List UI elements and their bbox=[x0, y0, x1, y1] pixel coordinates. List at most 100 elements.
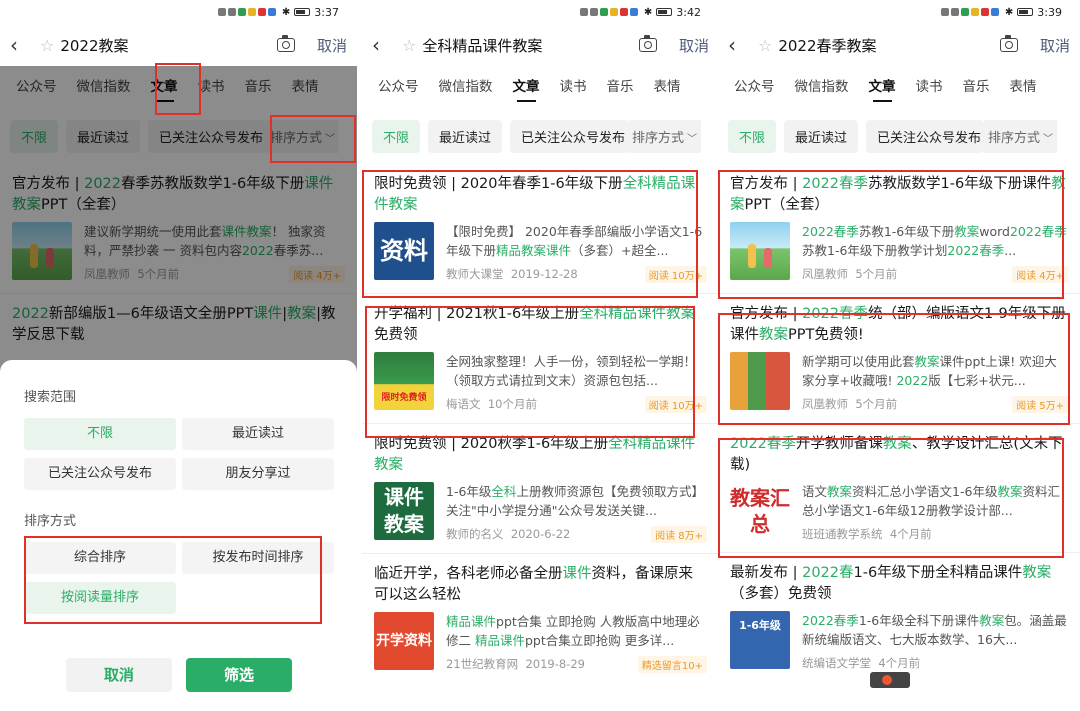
keyword-highlight: 教案 bbox=[827, 484, 853, 499]
keyword-highlight: 2022 bbox=[896, 373, 929, 388]
result-source[interactable]: 凤凰教师 bbox=[802, 267, 848, 281]
cancel-search-button[interactable]: 取消 bbox=[679, 35, 709, 56]
tab-wechat-index[interactable]: 微信指数 bbox=[439, 66, 493, 108]
scope-option-followed[interactable]: 已关注公众号发布 bbox=[24, 458, 176, 490]
keyword-highlight: 精品课件 bbox=[474, 633, 525, 648]
filter-recent-read[interactable]: 最近读过 bbox=[784, 119, 859, 153]
tab-articles[interactable]: 文章 bbox=[869, 66, 896, 108]
filter-unlimited[interactable]: 不限 bbox=[372, 119, 421, 153]
filter-unlimited[interactable]: 不限 bbox=[728, 119, 777, 153]
result-title: 限时免费领 | 2020秋季1-6年级上册全科精品课件教案 bbox=[374, 434, 707, 476]
result-source[interactable]: 教师大课堂 bbox=[446, 267, 504, 281]
status-bar: ✱ 3:39 bbox=[718, 0, 1080, 24]
tab-stickers[interactable]: 表情 bbox=[1010, 66, 1037, 108]
back-arrow-icon[interactable]: ‹ bbox=[728, 33, 750, 57]
scope-option-unlimited[interactable]: 不限 bbox=[24, 418, 176, 450]
tab-books[interactable]: 读书 bbox=[916, 66, 943, 108]
result-item[interactable]: 限时免费领 | 2020秋季1-6年级上册全科精品课件教案 课件教案 1-6年级… bbox=[362, 424, 719, 554]
result-source[interactable]: 凤凰教师 bbox=[802, 397, 848, 411]
tab-official-accounts[interactable]: 公众号 bbox=[378, 66, 419, 108]
camera-icon[interactable] bbox=[638, 35, 657, 52]
text-run: PPT免费领! bbox=[788, 327, 864, 343]
thumbnail-caption: 限时免费领 bbox=[381, 393, 427, 403]
sort-option-comprehensive[interactable]: 综合排序 bbox=[24, 542, 176, 574]
keyword-highlight: 2022春季 bbox=[802, 613, 859, 628]
result-title: 2022春季开学教师备课教案、教学设计汇总(文末下载) bbox=[730, 434, 1068, 476]
result-item[interactable]: 限时免费领 | 2020年春季1-6年级下册全科精品课件教案 资料 【限时免费】… bbox=[362, 164, 719, 294]
sheet-cancel-button[interactable]: 取消 bbox=[66, 658, 172, 692]
text-run: ... bbox=[1004, 243, 1017, 258]
text-run: 语文 bbox=[802, 484, 828, 499]
battery-icon bbox=[656, 8, 673, 16]
search-bar: ‹ ☆ 2022教案 取消 bbox=[0, 24, 357, 66]
scope-option-friends-shared[interactable]: 朋友分享过 bbox=[182, 458, 334, 490]
cancel-search-button[interactable]: 取消 bbox=[1040, 35, 1070, 56]
result-thumbnail: 资料 bbox=[374, 222, 434, 280]
cancel-search-button[interactable]: 取消 bbox=[317, 35, 347, 56]
star-icon[interactable]: ☆ bbox=[758, 36, 772, 55]
keyword-highlight: 精品课件 bbox=[446, 614, 497, 629]
text-run: 免费领 bbox=[374, 327, 418, 343]
scope-option-recent-read[interactable]: 最近读过 bbox=[182, 418, 334, 450]
tab-books[interactable]: 读书 bbox=[560, 66, 587, 108]
status-time: 3:37 bbox=[314, 5, 339, 19]
thumbnail-caption: 教案汇总 bbox=[730, 486, 790, 536]
status-time: 3:39 bbox=[1037, 5, 1062, 19]
search-input[interactable]: 2022春季教案 bbox=[778, 35, 1000, 56]
result-source[interactable]: 21世纪教育网 bbox=[446, 657, 518, 671]
screen-3: ✱ 3:39 ‹ ☆ 2022春季教案 取消 公众号 微信指数 文章 读书 音乐… bbox=[718, 0, 1080, 711]
camera-icon[interactable] bbox=[276, 35, 295, 52]
text-run: 1-6年级全科下册课件 bbox=[858, 613, 980, 628]
read-count-badge: 阅读 10万+ bbox=[644, 266, 707, 283]
sort-dropdown[interactable]: 排序方式 ﹀ bbox=[628, 119, 702, 153]
result-time: 5个月前 bbox=[855, 397, 898, 411]
result-item[interactable]: 临近开学，各科老师必备全册课件资料，备课原来可以这么轻松 开学资料 精品课件pp… bbox=[362, 554, 719, 683]
sheet-filter-button[interactable]: 筛选 bbox=[186, 658, 292, 692]
tab-stickers[interactable]: 表情 bbox=[654, 66, 681, 108]
sort-option-by-time[interactable]: 按发布时间排序 bbox=[182, 542, 334, 574]
back-arrow-icon[interactable]: ‹ bbox=[10, 33, 32, 57]
chevron-down-icon: ﹀ bbox=[687, 133, 698, 145]
tab-articles[interactable]: 文章 bbox=[513, 66, 540, 108]
star-icon[interactable]: ☆ bbox=[402, 36, 416, 55]
sort-option-by-reads[interactable]: 按阅读量排序 bbox=[24, 582, 176, 614]
bluetooth-icon: ✱ bbox=[643, 6, 653, 18]
tab-music[interactable]: 音乐 bbox=[607, 66, 634, 108]
result-time: 10个月前 bbox=[487, 397, 537, 411]
star-icon[interactable]: ☆ bbox=[40, 36, 54, 55]
result-snippet: 1-6年级全科上册教师资源包【免费领取方式】关注"中小学提分通"公众号发送关键.… bbox=[446, 482, 707, 520]
search-input[interactable]: 全科精品课件教案 bbox=[422, 35, 639, 56]
filter-recent-read[interactable]: 最近读过 bbox=[428, 119, 503, 153]
text-run: 苏教1-6年级下册 bbox=[858, 224, 955, 239]
result-source[interactable]: 班班通教学系统 bbox=[802, 527, 883, 541]
floating-toolbar-icon[interactable] bbox=[870, 672, 910, 688]
keyword-highlight: 教案 bbox=[1022, 565, 1052, 581]
search-input[interactable]: 2022教案 bbox=[60, 35, 277, 56]
tab-wechat-index[interactable]: 微信指数 bbox=[795, 66, 849, 108]
result-item[interactable]: 官方发布 | 2022春季苏教版数学1-6年级下册课件教案PPT（全套） 202… bbox=[718, 164, 1080, 294]
result-source[interactable]: 梅语文 bbox=[446, 397, 481, 411]
read-count-badge: 阅读 10万+ bbox=[644, 396, 707, 413]
scope-heading: 搜索范围 bbox=[24, 390, 77, 405]
tab-music[interactable]: 音乐 bbox=[963, 66, 990, 108]
thumbnail-caption: 资料 bbox=[380, 237, 428, 265]
result-title: 开学福利 | 2021秋1-6年级上册全科精品课件教案免费领 bbox=[374, 304, 707, 346]
result-source[interactable]: 教师的名义 bbox=[446, 527, 504, 541]
result-snippet: 语文教案资料汇总小学语文1-6年级教案资料汇总小学语文1-6年级12册教学设计部… bbox=[802, 482, 1068, 520]
result-item[interactable]: 开学福利 | 2021秋1-6年级上册全科精品课件教案免费领 限时免费领 全网独… bbox=[362, 294, 719, 424]
text-run: ppt合集立即抢购 更多详... bbox=[525, 633, 675, 648]
result-item[interactable]: 官方发布 | 2022春季统（部）编版语文1-9年级下册课件教案PPT免费领! … bbox=[718, 294, 1080, 424]
back-arrow-icon[interactable]: ‹ bbox=[372, 33, 394, 57]
filter-followed-accounts[interactable]: 已关注公众号发布 bbox=[510, 119, 629, 153]
sort-dropdown[interactable]: 排序方式 ﹀ bbox=[984, 119, 1058, 153]
result-item[interactable]: 2022春季开学教师备课教案、教学设计汇总(文末下载) 教案汇总 语文教案资料汇… bbox=[718, 424, 1080, 553]
keyword-highlight: 教案 bbox=[882, 436, 912, 452]
keyword-highlight: 全科 bbox=[491, 484, 517, 499]
filter-followed-accounts[interactable]: 已关注公众号发布 bbox=[866, 119, 985, 153]
keyword-highlight: 教案 bbox=[914, 354, 940, 369]
result-item[interactable]: 最新发布 | 2022春1-6年级下册全科精品课件教案 （多套）免费领 1-6年级… bbox=[718, 553, 1080, 681]
text-run: （多套）+超全... bbox=[571, 243, 669, 258]
result-source[interactable]: 统编语文学堂 bbox=[802, 656, 871, 670]
camera-icon[interactable] bbox=[999, 35, 1018, 52]
tab-official-accounts[interactable]: 公众号 bbox=[734, 66, 775, 108]
